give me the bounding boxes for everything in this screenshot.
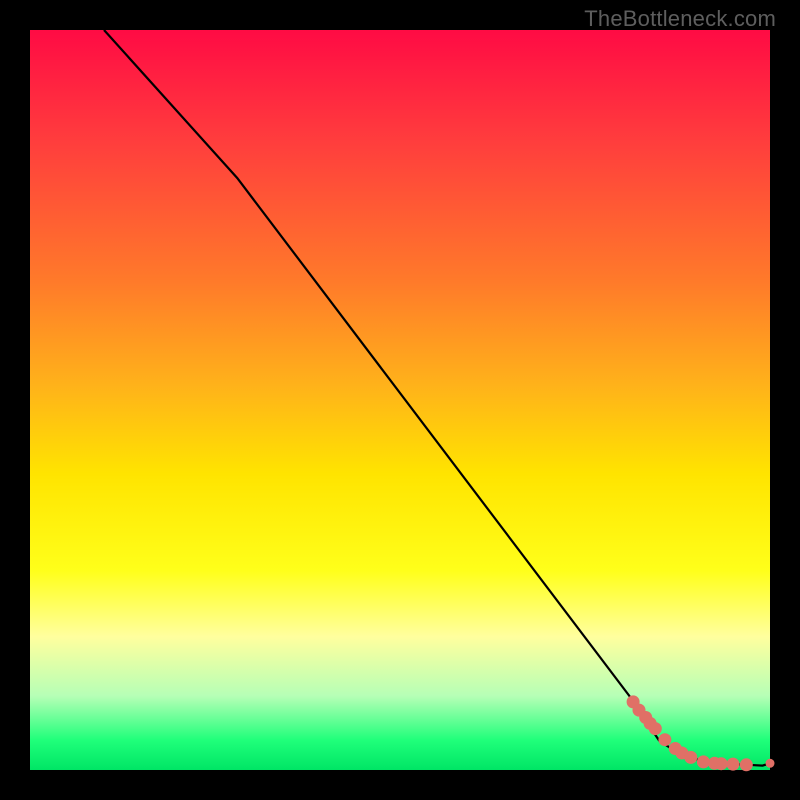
chart-frame: TheBottleneck.com xyxy=(0,0,800,800)
chart-svg xyxy=(30,30,770,770)
markers-group xyxy=(627,695,775,771)
watermark-text: TheBottleneck.com xyxy=(584,6,776,32)
marker-point xyxy=(766,759,775,768)
marker-point xyxy=(658,733,671,746)
marker-point xyxy=(684,751,697,764)
marker-point xyxy=(740,758,753,771)
marker-point xyxy=(715,757,728,770)
plot-area xyxy=(30,30,770,770)
marker-point xyxy=(649,722,662,735)
marker-point xyxy=(727,758,740,771)
marker-point xyxy=(697,755,710,768)
bottleneck-curve xyxy=(104,30,770,766)
